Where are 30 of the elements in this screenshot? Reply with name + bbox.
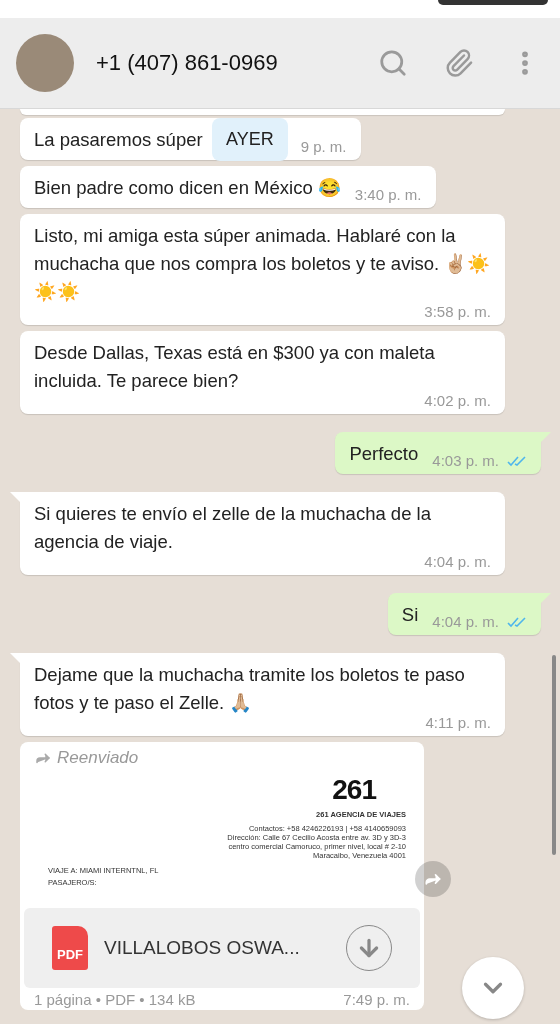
message-time: 4:03 p. m. — [432, 452, 499, 470]
message-text: Listo, mi amiga esta súper animada. Hablaré con la muchacha que nos compra los boletos y te aviso. ✌🏼☀☀☀ — [34, 224, 491, 304]
message-text: La pasaremos súper — [34, 128, 203, 152]
avatar[interactable] — [16, 34, 74, 92]
agency-logo: 261 — [332, 774, 376, 806]
date-badge: AYER — [212, 118, 288, 161]
forward-button[interactable] — [415, 861, 451, 897]
file-name: VILLALOBOS OSWA... — [104, 937, 301, 959]
message-text: Desde Dallas, Texas está en $300 ya con maleta incluida. Te parece bien? — [34, 341, 436, 393]
contact-name[interactable]: +1 (407) 861-0969 — [96, 50, 346, 76]
message-text: Perfecto — [349, 442, 419, 466]
message-text: Si — [401, 603, 419, 627]
message-text: Bien padre como dicen en México 😂 — [34, 176, 341, 200]
message-text: Si quieres te envío el zelle de la muchacha de la agencia de viaje. — [34, 502, 432, 554]
forwarded-label: Reenviado — [57, 748, 139, 768]
message-time: 9 p. m. — [300, 138, 347, 156]
scroll-down-button[interactable] — [462, 957, 524, 1019]
message-time: 3:58 p. m. — [424, 303, 491, 321]
message-time: 3:40 p. m. — [354, 186, 422, 204]
message-time: 4:04 p. m. — [432, 613, 499, 631]
pdf-file-icon: PDF — [52, 926, 88, 970]
message-time: 4:11 p. m. — [425, 714, 491, 732]
document-message[interactable] — [20, 742, 424, 1010]
file-info: 1 página • PDF • 134 kB — [34, 991, 196, 1008]
file-row[interactable]: PDF VILLALOBOS OSWA... — [24, 908, 420, 988]
message-time: 4:04 p. m. — [424, 553, 491, 571]
message-time: 4:02 p. m. — [424, 392, 491, 410]
message-time: 7:49 p. m. — [343, 991, 410, 1008]
toolbar-button[interactable] — [438, 0, 548, 5]
message-text: Dejame que la muchacha tramite los boletos te paso fotos y te paso el Zelle. 🙏🏼 — [34, 663, 466, 715]
